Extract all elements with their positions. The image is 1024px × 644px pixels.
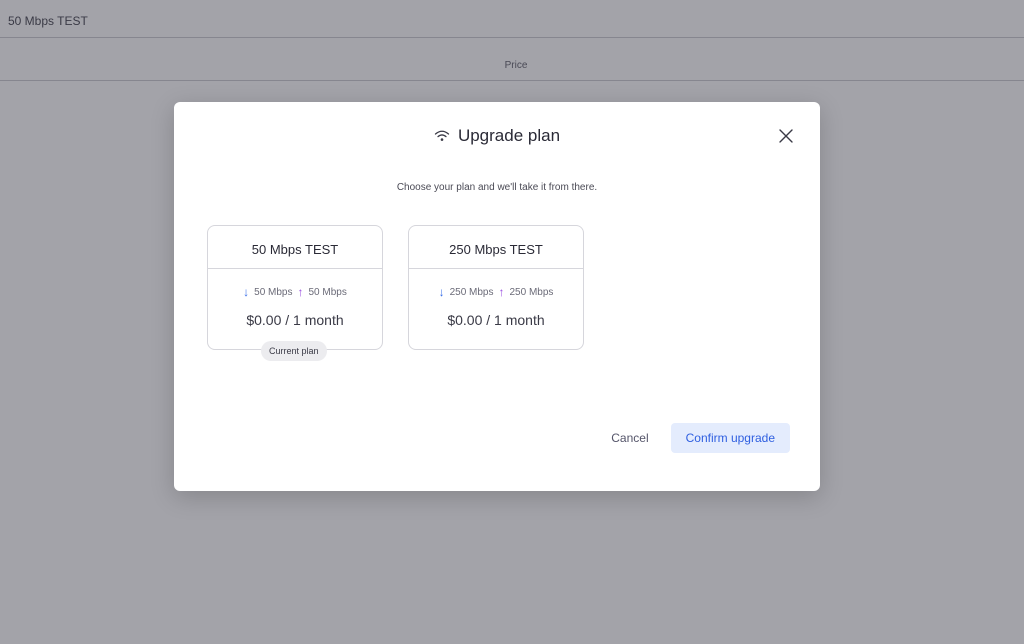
- download-arrow-icon: ↓: [438, 285, 445, 299]
- download-speed: 250 Mbps: [449, 286, 494, 298]
- download-speed: 50 Mbps: [254, 286, 293, 298]
- plan-speeds: ↓ 250 Mbps ↑ 250 Mbps: [409, 285, 583, 299]
- upload-speed: 250 Mbps: [509, 286, 554, 298]
- page: 50 Mbps TEST Price Upgrade plan Choose y…: [0, 0, 1024, 644]
- plan-name: 250 Mbps TEST: [409, 226, 583, 269]
- dialog-header: Upgrade plan: [174, 126, 820, 146]
- plan-price: $0.00 / 1 month: [246, 312, 344, 328]
- dialog-subtitle: Choose your plan and we'll take it from …: [396, 182, 598, 193]
- upload-arrow-icon: ↑: [498, 285, 505, 299]
- wifi-icon: [434, 130, 450, 141]
- confirm-upgrade-button[interactable]: Confirm upgrade: [670, 423, 790, 453]
- close-icon[interactable]: [778, 128, 794, 144]
- plan-name: 50 Mbps TEST: [208, 226, 382, 269]
- dialog-title: Upgrade plan: [457, 126, 561, 145]
- download-arrow-icon: ↓: [243, 285, 250, 299]
- upgrade-plan-dialog: Upgrade plan Choose your plan and we'll …: [174, 102, 820, 491]
- current-plan-badge: Current plan: [261, 341, 327, 361]
- plan-speeds: ↓ 50 Mbps ↑ 50 Mbps: [208, 285, 382, 299]
- plan-card-250-mbps[interactable]: 250 Mbps TEST ↓ 250 Mbps ↑ 250 Mbps $0.0…: [408, 225, 584, 350]
- cancel-button[interactable]: Cancel: [611, 425, 648, 451]
- upload-arrow-icon: ↑: [297, 285, 304, 299]
- dialog-footer: Cancel Confirm upgrade: [611, 423, 790, 453]
- plan-price: $0.00 / 1 month: [447, 312, 545, 328]
- plan-card-50-mbps[interactable]: 50 Mbps TEST ↓ 50 Mbps ↑ 50 Mbps $0.00 /…: [207, 225, 383, 361]
- upload-speed: 50 Mbps: [308, 286, 347, 298]
